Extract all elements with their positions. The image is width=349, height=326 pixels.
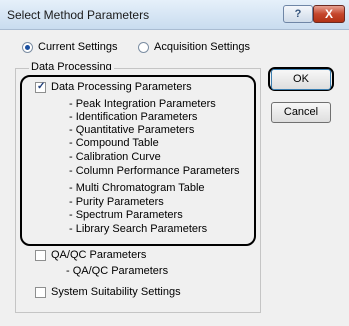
data-processing-parameters-option[interactable]: Data Processing Parameters: [35, 80, 192, 94]
ok-button[interactable]: OK: [271, 69, 331, 90]
sub-item-compound-table: - Compound Table: [69, 137, 159, 149]
help-button[interactable]: ?: [283, 5, 313, 23]
acquisition-settings-label: Acquisition Settings: [154, 41, 250, 53]
sub-item-identification: - Identification Parameters: [69, 111, 198, 123]
acquisition-settings-option[interactable]: Acquisition Settings: [138, 40, 250, 54]
acquisition-settings-radio[interactable]: [138, 41, 149, 53]
close-button[interactable]: X: [313, 5, 345, 23]
qaqc-parameters-checkbox[interactable]: [35, 249, 46, 261]
sub-item-multi-chromatogram: - Multi Chromatogram Table: [69, 182, 205, 194]
window-title: Select Method Parameters: [7, 8, 150, 22]
system-suitability-checkbox[interactable]: [35, 286, 46, 298]
qaqc-parameters-option[interactable]: QA/QC Parameters: [35, 248, 146, 262]
sub-item-library-search: - Library Search Parameters: [69, 223, 208, 235]
sub-item-qaqc: - QA/QC Parameters: [66, 265, 169, 277]
data-processing-parameters-checkbox[interactable]: [35, 81, 46, 93]
cancel-button[interactable]: Cancel: [271, 102, 331, 123]
system-suitability-option[interactable]: System Suitability Settings: [35, 285, 181, 299]
current-settings-option[interactable]: Current Settings: [22, 40, 117, 54]
data-processing-group-label: Data Processing: [29, 61, 114, 70]
sub-item-peak-integration: - Peak Integration Parameters: [69, 98, 216, 110]
sub-item-column-performance: - Column Performance Parameters: [69, 165, 240, 177]
data-processing-parameters-label: Data Processing Parameters: [51, 81, 192, 93]
sub-item-calibration-curve: - Calibration Curve: [69, 151, 161, 163]
sub-item-spectrum: - Spectrum Parameters: [69, 209, 183, 221]
current-settings-label: Current Settings: [38, 41, 118, 53]
title-bar: Select Method Parameters ? X: [0, 0, 349, 30]
sub-item-quantitative: - Quantitative Parameters: [69, 124, 195, 136]
current-settings-radio[interactable]: [22, 41, 33, 53]
sub-item-purity: - Purity Parameters: [69, 196, 164, 208]
qaqc-parameters-label: QA/QC Parameters: [51, 249, 147, 261]
system-suitability-label: System Suitability Settings: [51, 286, 181, 298]
